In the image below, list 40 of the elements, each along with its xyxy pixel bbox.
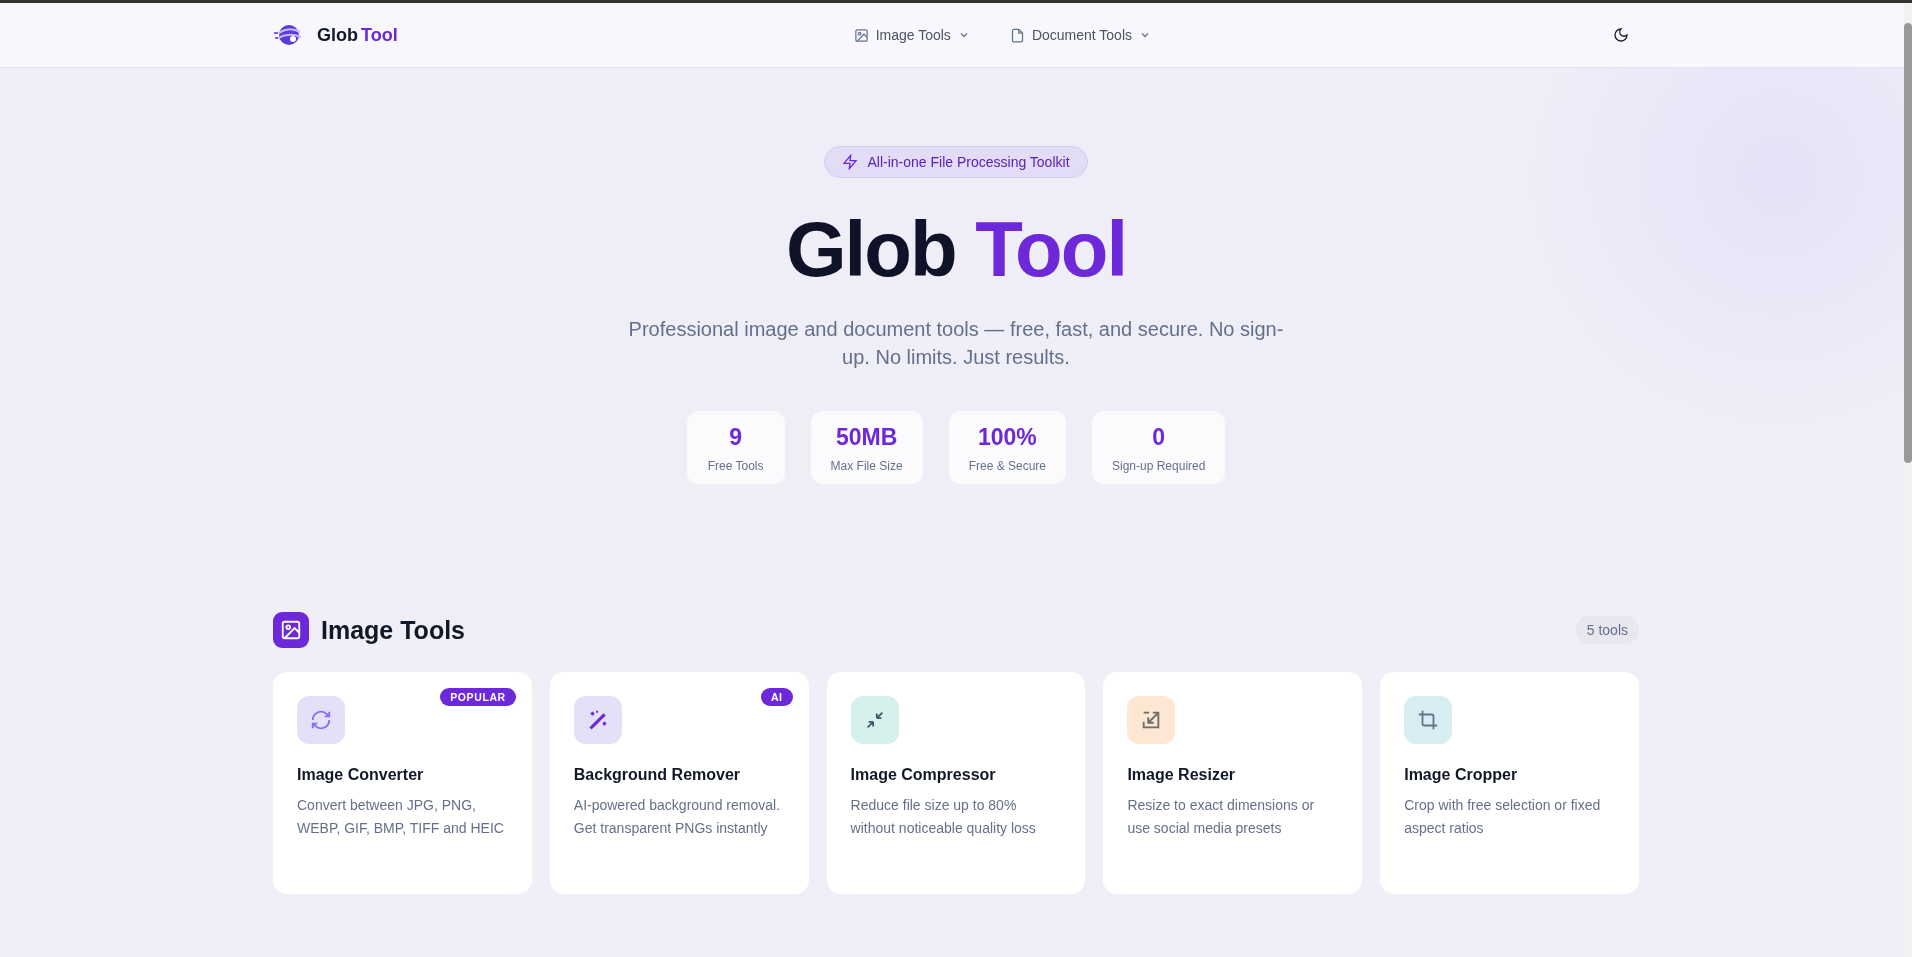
tool-name: Image Cropper [1404, 766, 1519, 784]
stat-label: Free Tools [706, 459, 765, 473]
scrollbar[interactable] [1904, 3, 1912, 957]
stat-value: 0 [1151, 424, 1167, 451]
tool-card[interactable]: AI Background Remover AI-powered background removal. Get transparent PNGs instantly [549, 672, 809, 894]
document-icon [1009, 27, 1025, 43]
tagline-text: All-in-one File Processing Toolkit [867, 154, 1070, 170]
brand-name[interactable]: Glob Tool [317, 24, 398, 46]
tool-name: Image Compressor [850, 766, 997, 784]
section-title: Image Tools [321, 615, 465, 645]
tool-card[interactable]: Image Cropper Crop with free selection or fixed aspect ratios [1380, 672, 1639, 894]
stat-label: Max File Size [830, 459, 903, 473]
image-icon [273, 612, 309, 648]
tool-badge: POPULAR [440, 688, 516, 706]
tool-name: Image Resizer [1127, 766, 1236, 784]
stat-value: 9 [728, 424, 743, 451]
tool-badge: AI [760, 688, 793, 706]
tool-description: Crop with free selection or fixed aspect ratios [1404, 796, 1602, 838]
tool-name: Background Remover [573, 766, 742, 784]
tool-name: Image Converter [297, 766, 425, 784]
tool-description: AI-powered background removal. Get transparent PNGs instantly [573, 796, 782, 838]
lightning-icon [842, 154, 859, 170]
moon-icon [1613, 27, 1629, 43]
tool-description: Reduce file size up to 80% without noticeable quality loss [850, 796, 1037, 838]
tool-description: Resize to exact dimensions or use social media presets [1127, 796, 1316, 838]
nav-menu-button[interactable]: Image Tools [847, 21, 976, 49]
image-icon [853, 27, 869, 43]
tool-card[interactable]: Image Resizer Resize to exact dimensions or use social media presets [1103, 672, 1363, 894]
stat-value: 50MB [834, 424, 899, 451]
hero-subtitle: Professional image and document tools — free, fast, and secure. No sign-up. No limits. Just results. [627, 317, 1285, 370]
hero-title: Glob Tool [785, 204, 1127, 295]
stat-label: Free & Secure [968, 459, 1046, 473]
tool-card[interactable]: POPULAR Image Converter Convert between JPG, PNG, WEBP, GIF, BMP, TIFF and HEIC [273, 672, 532, 894]
stat-label: Sign-up Required [1112, 459, 1206, 473]
scrollbar-thumb[interactable] [1904, 23, 1912, 463]
stat-value: 100% [976, 424, 1038, 451]
nav-menu-button[interactable]: Document Tools [1003, 21, 1157, 49]
tool-count-badge: 5 tools [1575, 616, 1639, 644]
tool-card[interactable]: Image Compressor Reduce file size up to 80% without noticeable quality loss [826, 672, 1086, 894]
tool-description: Convert between JPG, PNG, WEBP, GIF, BMP, TIFF and HEIC [297, 796, 505, 838]
